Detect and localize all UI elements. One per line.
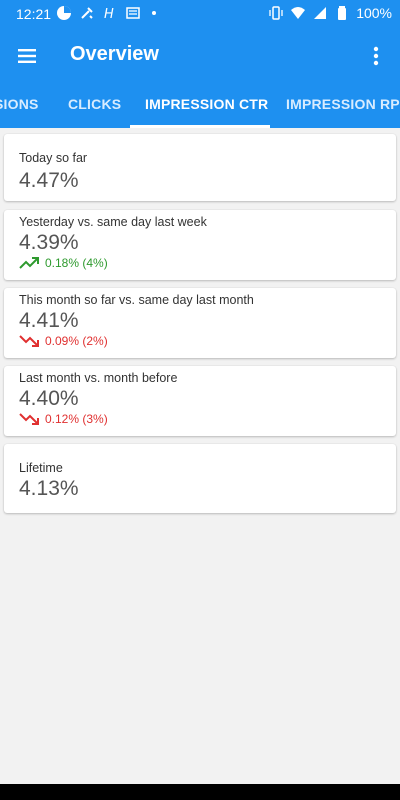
system-navigation-bar bbox=[0, 784, 400, 800]
card-label: Today so far bbox=[19, 151, 88, 165]
trending-up-icon bbox=[19, 257, 39, 269]
card-label: Yesterday vs. same day last week bbox=[19, 215, 207, 229]
card-value: 4.47% bbox=[19, 169, 79, 192]
card-delta: 0.09% (2%) bbox=[19, 334, 108, 348]
notification-icons: H bbox=[56, 5, 156, 21]
menu-button[interactable] bbox=[12, 40, 44, 72]
wifi-icon bbox=[291, 7, 306, 19]
tab-bar: SIONS CLICKS IMPRESSION CTR IMPRESSION R… bbox=[0, 84, 400, 128]
card-value: 4.39% bbox=[19, 231, 79, 254]
overview-list: Today so far 4.47% Yesterday vs. same da… bbox=[0, 128, 400, 784]
trending-down-icon bbox=[19, 335, 39, 347]
system-icons: 100% bbox=[268, 5, 392, 21]
tools-icon bbox=[81, 7, 93, 19]
more-options-button[interactable] bbox=[364, 40, 388, 72]
vibrate-icon bbox=[269, 6, 283, 20]
tab-impression-rpm[interactable]: IMPRESSION RPM bbox=[286, 84, 400, 128]
tab-clicks[interactable]: CLICKS bbox=[68, 84, 121, 128]
card-label: Last month vs. month before bbox=[19, 371, 178, 385]
hamburger-menu-icon bbox=[18, 49, 36, 63]
more-vertical-icon bbox=[373, 46, 379, 66]
card-label: Lifetime bbox=[19, 461, 63, 475]
status-time: 12:21 bbox=[16, 6, 52, 22]
card-delta-text: 0.18% (4%) bbox=[45, 256, 108, 270]
card-last-month: Last month vs. month before 4.40% 0.12% … bbox=[4, 366, 396, 436]
card-delta: 0.12% (3%) bbox=[19, 412, 108, 426]
card-delta: 0.18% (4%) bbox=[19, 256, 108, 270]
card-value: 4.41% bbox=[19, 309, 79, 332]
card-this-month: This month so far vs. same day last mont… bbox=[4, 288, 396, 358]
card-lifetime: Lifetime 4.13% bbox=[4, 444, 396, 513]
more-notifications-dot bbox=[152, 11, 156, 15]
status-bar: 12:21 H 100% bbox=[0, 0, 400, 28]
battery-icon bbox=[338, 6, 347, 20]
h-letter-icon: H bbox=[104, 7, 114, 21]
card-value: 4.40% bbox=[19, 387, 79, 410]
card-yesterday: Yesterday vs. same day last week 4.39% 0… bbox=[4, 210, 396, 280]
card-today: Today so far 4.47% bbox=[4, 134, 396, 201]
battery-percent: 100% bbox=[356, 5, 392, 21]
card-delta-text: 0.09% (2%) bbox=[45, 334, 108, 348]
page-title: Overview bbox=[70, 43, 159, 65]
trending-down-icon bbox=[19, 413, 39, 425]
card-delta-text: 0.12% (3%) bbox=[45, 412, 108, 426]
app-bar: Overview bbox=[0, 28, 400, 84]
card-label: This month so far vs. same day last mont… bbox=[19, 293, 254, 307]
pie-chart-icon bbox=[57, 6, 71, 20]
tab-impressions[interactable]: SIONS bbox=[0, 84, 39, 128]
svg-text:H: H bbox=[104, 7, 114, 21]
tab-impression-ctr[interactable]: IMPRESSION CTR bbox=[145, 84, 268, 128]
signal-icon bbox=[314, 7, 327, 19]
card-value: 4.13% bbox=[19, 477, 79, 500]
news-icon bbox=[126, 7, 140, 19]
